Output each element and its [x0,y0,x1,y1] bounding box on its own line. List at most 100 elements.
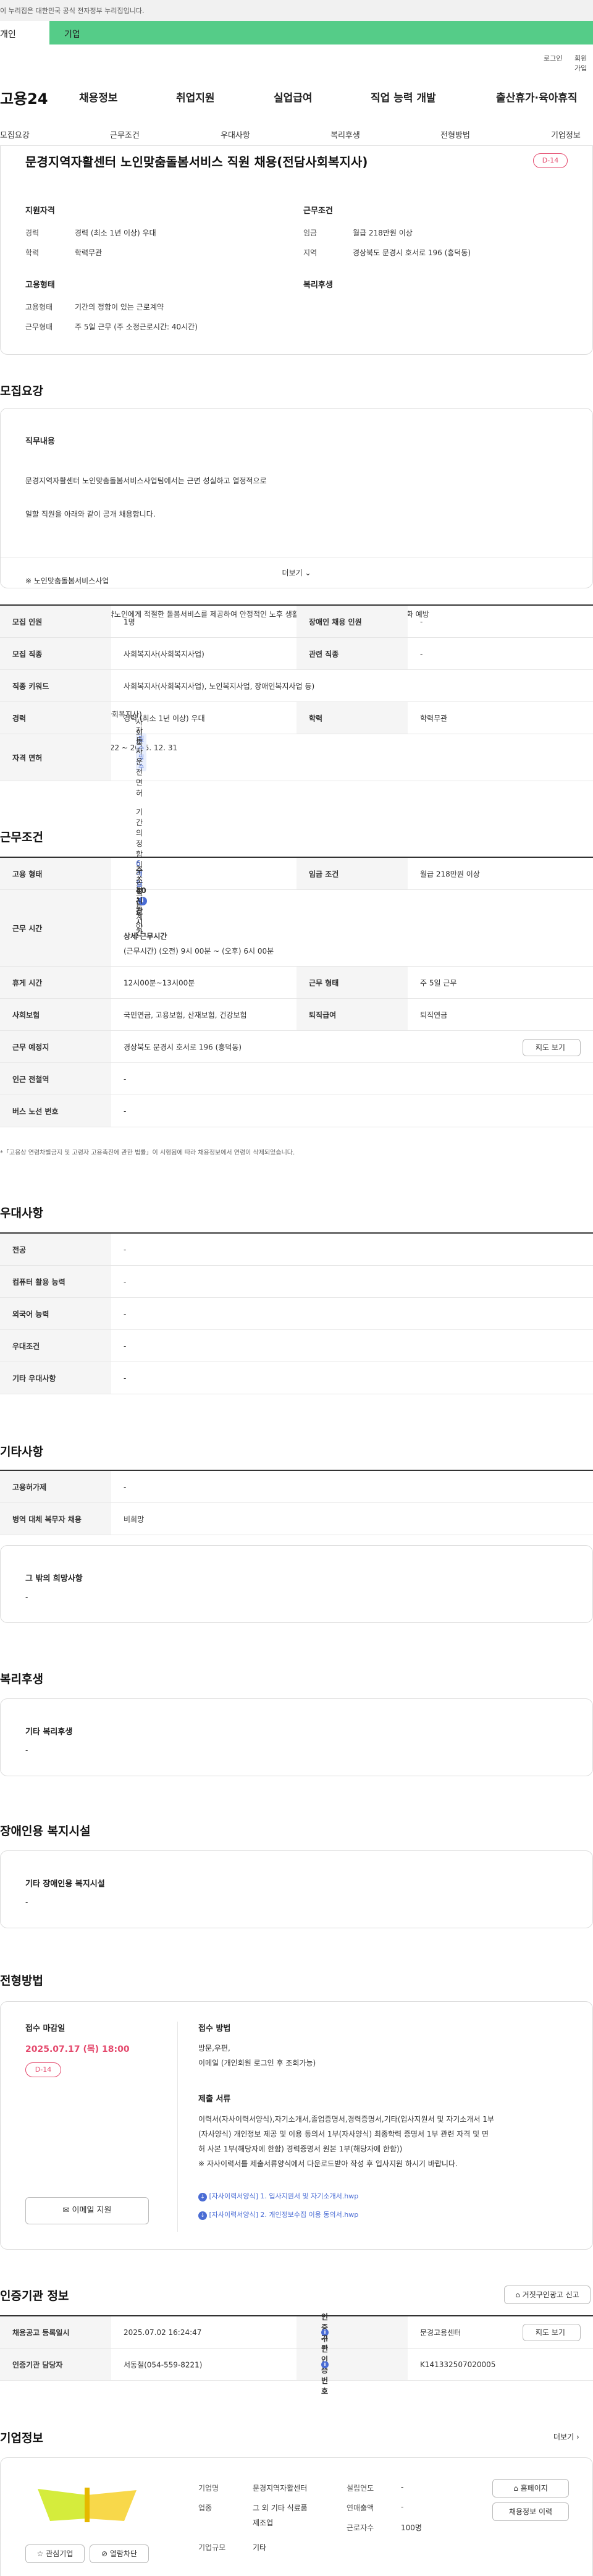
gnb-item-jobs[interactable]: 채용정보 [79,89,118,104]
more-button[interactable]: 더보기 ⌄ [1,557,592,588]
work-section-title: 근무조건 [0,831,43,844]
table-row: 병역 대체 복무자 채용 비희망 [0,1503,593,1535]
deadline-value: 2025.07.17 (목) 18:00 [25,2044,130,2054]
tab-personal[interactable]: 개인 [0,21,49,44]
th-license: 자격 면허 [12,753,43,762]
facility-section-title: 장애인용 복지시설 [0,1824,91,1838]
work-value: 월급 218만원 이상 [353,229,413,237]
th-edu: 학력 [309,714,323,722]
job-description-card: 직무내용 문경지역자활센터 노인맞춤돌봄서비스사업팀에서는 근면 성실하고 열정… [0,408,593,752]
etc-section-title: 기타사항 [0,1445,43,1459]
recruit-section-title: 모집요강 [0,384,43,398]
table-row: 모집 직종 사회복지사(사회복지사업) 관련 직종 - [0,638,593,670]
anchor-preference[interactable]: 우대사항 [221,129,250,140]
table-row: 모집 인원 1명 장애인 채용 인원 - [0,606,593,638]
th-insurance: 사회보험 [12,1010,40,1019]
company-value: - [401,2502,404,2511]
docs-text: 이력서(자사이력서양식),자기소개서,졸업증명서,경력증명서,기타(입사지원서 … [198,2115,494,2168]
benefit-heading: 복리후생 [303,281,333,290]
email-apply-button[interactable]: ✉ 이메일 지원 [25,2197,149,2224]
block-view-button[interactable]: ⊘ 열람차단 [90,2544,149,2563]
work-label: 지역 [303,248,318,257]
anchor-welfare[interactable]: 복리후생 [330,129,360,140]
emp-value: 주 5일 근무 (주 소정근로시간: 40시간) [75,323,198,331]
th-keyword: 직종 키워드 [12,682,49,690]
vertical-divider [177,2022,178,2232]
table-row: 고용 형태 기간의 정함이 있는 근로계약 - 6개월 임금 조건 월급 218… [0,808,593,941]
tab-business[interactable]: 기업 [49,21,593,44]
table-row: 인증기관 담당자 서동철(054-559-8221) 구인인증번호 i K141… [0,2334,593,2396]
docs-title: 제출 서류 [198,2095,231,2104]
map-view-button[interactable]: 지도 보기 › [523,1039,581,1056]
selection-section-title: 전형방법 [0,1974,43,1988]
th-subway: 인근 전철역 [12,1075,49,1083]
company-label: 근로자수 [347,2523,374,2532]
job-history-button[interactable]: 채용정보 이력 [492,2502,569,2521]
homepage-button[interactable]: ⌂ 홈페이지 [492,2479,569,2498]
block-icon: ⊘ [101,2549,108,2558]
th-career: 경력 [12,714,27,722]
table-row: 전공 - [0,1234,593,1266]
age-notice: *「고용상 연령차별금지 및 고령자 고용촉진에 관한 법률」이 시행됨에 따라… [0,1150,295,1156]
other-wish-value: - [25,1593,28,1601]
gov-banner: 이 누리집은 대한민국 공식 전자정부 누리집입니다. [0,0,593,21]
th-bus: 버스 노선 번호 [12,1107,59,1116]
file-download-link[interactable]: ↓ [자사이력서양식] 2. 개인정보수집 이용 동의서.hwp [198,2210,358,2220]
th-job: 모집 직종 [12,650,43,658]
login-link[interactable]: 로그인 [544,53,562,63]
deadline-label: 접수 마감일 [25,2024,65,2033]
gnb-item-vocational-training[interactable]: 직업 능력 개발 [371,89,436,104]
work-label: 임금 [303,229,318,237]
other-wish-title: 그 밖의 희망사항 [25,1574,83,1583]
company-value: 기타 [253,2543,267,2552]
gnb-item-employment-support[interactable]: 취업지원 [176,89,215,104]
company-value: 제조업 [253,2519,274,2527]
signup-link[interactable]: 회원가입 [574,53,593,73]
td-job: 사회복지사(사회복지사업) [124,650,204,658]
company-label: 기업명 [198,2484,219,2493]
work-value: 경상북도 문경시 호서로 196 (흥덕동) [353,248,471,257]
work-condition-heading: 근무조건 [303,206,333,216]
anchor-company[interactable]: 기업정보 [551,129,581,140]
other-wish-card: 그 밖의 희망사항 - [0,1545,593,1623]
facility-title: 기타 장애인용 복지시설 [25,1879,105,1889]
th-disabled: 장애인 채용 인원 [309,617,362,626]
download-icon: ↓ [198,2193,207,2201]
anchor-selection[interactable]: 전형방법 [440,129,470,140]
table-row: 기타 우대사항 - [0,1362,593,1394]
anchor-work[interactable]: 근무조건 [110,129,140,140]
table-row: 경력 경력 (최소 1년 이상) 우대 학력 학력무관 [0,702,593,734]
td-subway: - [124,1074,127,1083]
interest-company-button[interactable]: ☆ 관심기업 [25,2544,85,2563]
member-type-tabs: 개인 기업 [0,21,593,44]
facility-card: 기타 장애인용 복지시설 - [0,1850,593,1928]
table-row: 우대조건 - [0,1330,593,1362]
table-row: 인근 전철역 - [0,1063,593,1095]
td-retire: 퇴직연금 [420,1010,448,1019]
td-insurance: 국민연금, 고용보험, 산재보험, 건강보험 [124,1010,247,1019]
cert-section-title: 인증기관 정보 [0,2289,69,2303]
anchor-recruit[interactable]: 모집요강 [0,129,30,140]
file-download-link[interactable]: ↓ [자사이력서양식] 1. 입사지원서 및 자기소개서.hwp [198,2191,358,2201]
info-icon[interactable]: i [321,2360,329,2368]
company-more-link[interactable]: 더보기 › [553,2431,579,2442]
welfare-title: 기타 복리후생 [25,1727,73,1737]
qual-label: 학력 [25,248,40,257]
gnb-item-unemployment-benefit[interactable]: 실업급여 [274,89,313,104]
gnb-item-parental-leave[interactable]: 출산휴가·육아휴직 [496,89,578,104]
download-icon: ↓ [198,2211,207,2220]
td-keyword: 사회복지사(사회복지사업), 노인복지사업, 장애인복지사업 등) [124,682,315,690]
emp-value: 기간의 정함이 있는 근로계약 [75,303,164,311]
company-value: 문경지역자활센터 [253,2484,308,2493]
th-wage: 임금 조건 [309,870,339,878]
site-logo[interactable]: 고용24 [0,87,48,108]
false-ad-report-button[interactable]: ⌂ 거짓구인광고 신고 [504,2286,591,2304]
facility-value: - [25,1898,28,1907]
table-row: 휴게 시간 12시00분~13시00분 근무 형태 주 5일 근무 [0,967,593,999]
chevron-right-icon: › [536,2328,539,2337]
map-view-button[interactable]: 지도 보기 › [523,2324,581,2341]
dday-badge: D-14 [25,2062,61,2077]
selection-card: 접수 마감일 2025.07.17 (목) 18:00 D-14 ✉ 이메일 지… [0,2001,593,2250]
welfare-section-title: 복리후생 [0,1672,43,1686]
table-row: 고용허가제 - [0,1471,593,1503]
